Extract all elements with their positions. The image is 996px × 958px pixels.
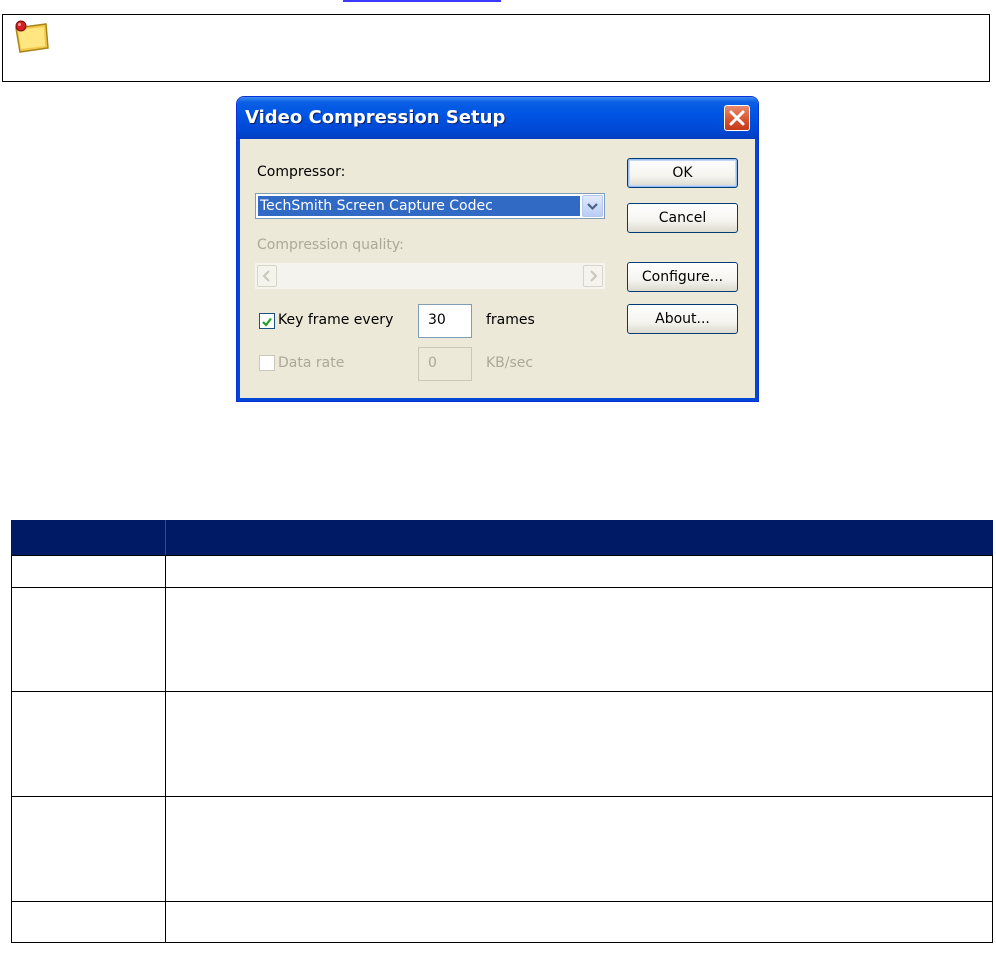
table-row-divider <box>11 587 993 588</box>
chevron-right-icon <box>590 270 598 282</box>
table-column-divider <box>11 555 12 943</box>
compression-quality-label: Compression quality: <box>257 237 404 253</box>
ok-button[interactable]: OK <box>627 158 738 188</box>
table-row-divider <box>11 942 993 943</box>
scroll-right-button[interactable] <box>583 265 603 287</box>
configure-button[interactable]: Configure... <box>627 262 738 292</box>
chevron-down-icon <box>587 203 598 211</box>
table-column-divider <box>165 555 166 943</box>
cancel-button[interactable]: Cancel <box>627 203 738 233</box>
description-table <box>11 520 993 943</box>
chevron-left-icon <box>262 270 270 282</box>
compression-quality-slider[interactable] <box>255 263 605 289</box>
datarate-input[interactable]: 0 <box>418 347 472 381</box>
close-icon <box>729 110 745 126</box>
scroll-left-button[interactable] <box>257 265 277 287</box>
table-row-divider <box>11 691 993 692</box>
compressor-dropdown[interactable]: TechSmith Screen Capture Codec <box>255 193 605 219</box>
document-page: Video Compression Setup Compressor: Tech… <box>0 0 996 958</box>
window-border <box>237 398 758 401</box>
hyperlink-underline[interactable] <box>343 0 501 2</box>
close-button[interactable] <box>724 105 750 131</box>
table-row-divider <box>11 901 993 902</box>
dropdown-button[interactable] <box>582 195 603 217</box>
sticky-note-icon <box>15 20 49 53</box>
datarate-unit-label: KB/sec <box>486 355 534 371</box>
table-header <box>11 520 993 555</box>
video-compression-dialog: Video Compression Setup Compressor: Tech… <box>236 96 759 402</box>
table-column-divider <box>992 555 993 943</box>
dialog-title: Video Compression Setup <box>245 107 506 128</box>
note-box <box>2 14 990 82</box>
window-border <box>755 139 758 401</box>
keyframe-label[interactable]: Key frame every <box>278 312 393 328</box>
title-bar[interactable]: Video Compression Setup <box>237 97 758 139</box>
keyframe-unit-label: frames <box>486 312 535 328</box>
compressor-label: Compressor: <box>257 164 346 180</box>
datarate-label[interactable]: Data rate <box>278 355 344 371</box>
datarate-checkbox[interactable] <box>259 355 275 371</box>
table-row-divider <box>11 796 993 797</box>
checkmark-icon <box>262 317 272 327</box>
about-button[interactable]: About... <box>627 304 738 334</box>
table-row-divider <box>11 555 993 556</box>
compressor-selected-value: TechSmith Screen Capture Codec <box>258 196 580 216</box>
header-divider <box>165 520 166 555</box>
keyframe-interval-input[interactable]: 30 <box>418 304 472 338</box>
keyframe-checkbox[interactable] <box>259 313 275 329</box>
